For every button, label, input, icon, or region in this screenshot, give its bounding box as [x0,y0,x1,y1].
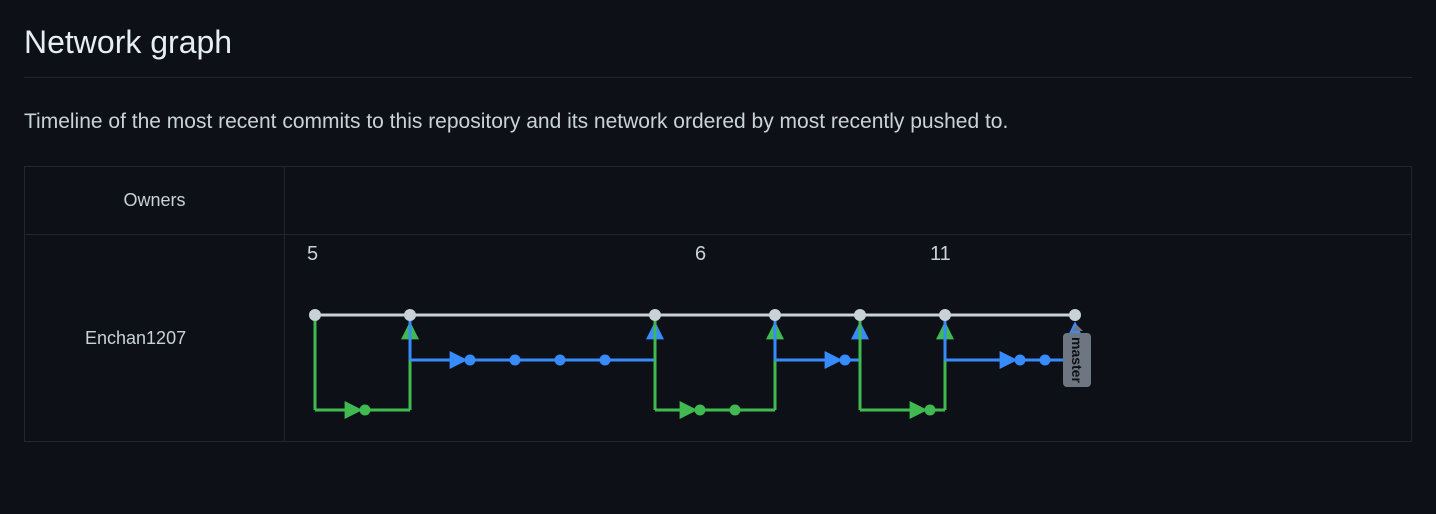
commit-node[interactable] [1069,309,1081,321]
owners-column: Enchan1207 [25,235,285,442]
divider [24,77,1412,78]
timeline-header [285,167,1411,234]
commit-node[interactable] [404,309,416,321]
commit-node[interactable] [309,309,321,321]
commit-node[interactable] [695,405,706,416]
commit-node[interactable] [854,309,866,321]
owners-column-header: Owners [25,167,285,234]
commit-node[interactable] [1015,355,1026,366]
commit-node[interactable] [465,355,476,366]
commit-node[interactable] [555,355,566,366]
commit-node[interactable] [510,355,521,366]
commit-node[interactable] [939,309,951,321]
graph-canvas[interactable]: 5 6 11 master [285,235,1411,442]
network-graph-wrapper: Owners Enchan1207 5 6 11 master [24,166,1412,442]
owner-row[interactable]: Enchan1207 [25,235,284,442]
graph-description: Timeline of the most recent commits to t… [24,110,1412,134]
graph-header: Owners [25,167,1411,235]
commit-node[interactable] [649,309,661,321]
commit-node[interactable] [769,309,781,321]
network-graph-svg[interactable] [285,235,1436,442]
graph-body: Enchan1207 5 6 11 master [25,235,1411,442]
branch-tag-master[interactable]: master [1063,333,1091,387]
page-title: Network graph [24,24,1412,61]
